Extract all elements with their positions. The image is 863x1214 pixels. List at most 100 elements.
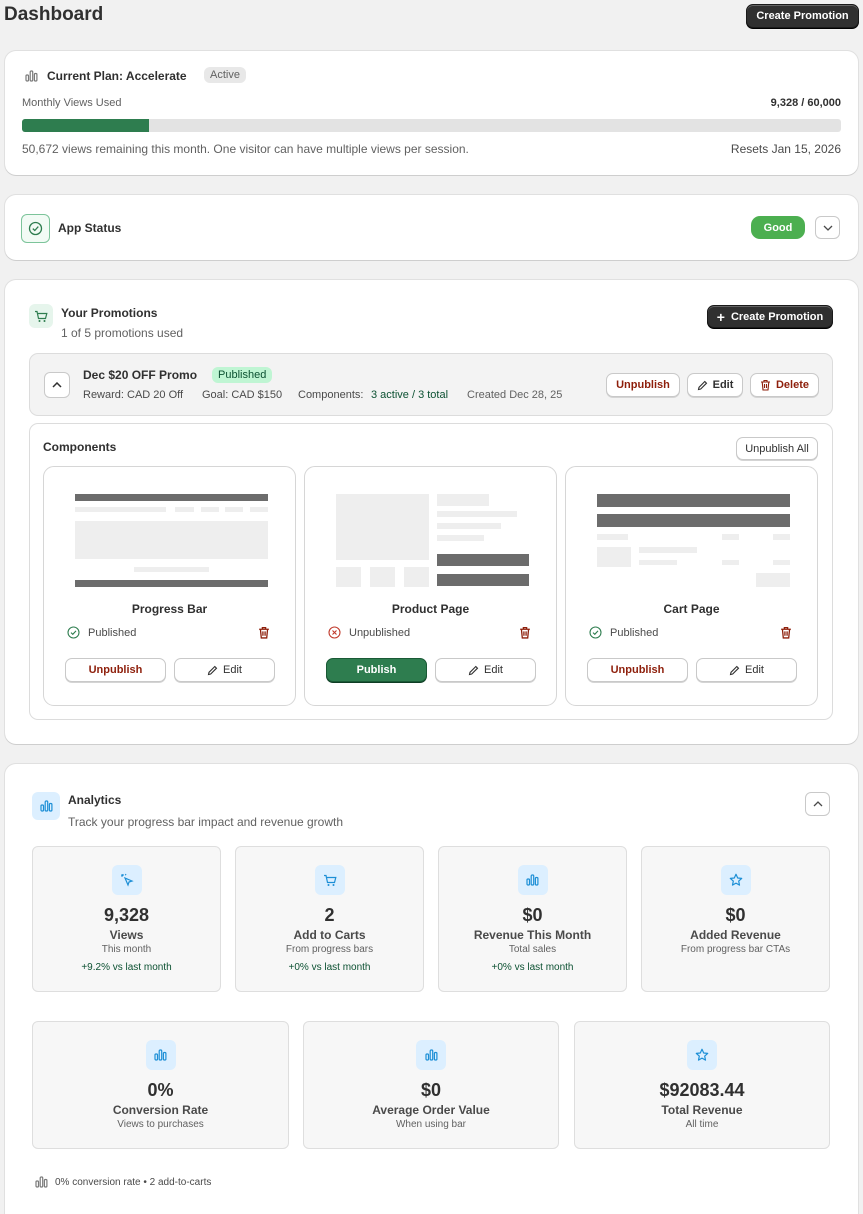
pencil-icon (729, 665, 740, 675)
status-expand-button[interactable] (815, 216, 840, 239)
component-publish-button[interactable]: Publish (326, 658, 427, 682)
components-panel: Components Unpublish All Progress Bar Pu… (29, 423, 833, 720)
promotion-published-badge: Published (212, 367, 273, 383)
stat-label: Add to Carts (293, 928, 366, 942)
stat-sub: From progress bars (285, 944, 374, 955)
analytics-footer: 0% conversion rate • 2 add-to-carts (35, 1176, 211, 1188)
app-status-card: App Status Good (5, 195, 858, 260)
analytics-footer-text: 0% conversion rate • 2 add-to-carts (55, 1176, 212, 1188)
component-status-label: Unpublished (349, 626, 411, 639)
create-promotion-button[interactable]: Create Promotion (746, 4, 859, 28)
views-value: 9,328 / 60,000 (770, 97, 841, 109)
promotion-collapse-button[interactable] (44, 372, 70, 398)
star-icon (695, 1048, 709, 1061)
status-icon-box (21, 214, 50, 243)
stat-label: Conversion Rate (112, 1103, 209, 1117)
chevron-up-icon (52, 382, 62, 388)
component-edit-button[interactable]: Edit (435, 658, 536, 682)
stat-value: $0 (522, 905, 543, 925)
component-edit-label: Edit (745, 664, 764, 676)
cart-icon (35, 310, 48, 322)
plus-icon: + (716, 308, 725, 325)
component-status: Unpublished (328, 626, 410, 639)
promotion-components-label: Components: (298, 389, 364, 401)
resets-text: Resets Jan 15, 2026 (730, 142, 841, 156)
stat-change: +0% vs last month (288, 962, 371, 973)
bar-chart-icon (25, 70, 38, 82)
check-circle-icon (28, 221, 43, 236)
stat-label: Added Revenue (690, 928, 781, 942)
stat-sub: All time (685, 1119, 719, 1130)
stat-icon-box (314, 865, 345, 895)
bar-chart-icon (35, 1176, 48, 1188)
product-page-preview (336, 494, 529, 587)
stat-sub: Total sales (508, 944, 557, 955)
promotion-reward: Reward: CAD 20 Off (83, 389, 184, 401)
trash-icon[interactable] (258, 626, 270, 639)
pencil-icon (207, 665, 218, 675)
promotion-created-date: Created Dec 28, 25 (467, 389, 563, 401)
promotions-subtitle: 1 of 5 promotions used (61, 326, 184, 340)
stat-icon-box (720, 865, 751, 895)
component-status-label: Published (610, 626, 659, 639)
stat-card-total-revenue: $92083.44 Total Revenue All time (574, 1021, 830, 1149)
views-remaining-text: 50,672 views remaining this month. One v… (22, 142, 469, 156)
cursor-click-icon (120, 873, 134, 887)
component-card-cart-page: Cart Page Published Unpublish Edit (565, 466, 818, 706)
views-progress-fill (22, 119, 149, 132)
component-card-product-page: Product Page Unpublished Publish Edit (304, 466, 557, 706)
trash-icon (760, 379, 770, 391)
plan-title: Current Plan: Accelerate (47, 69, 187, 83)
promotion-components-value: 3 active / 3 total (371, 389, 449, 401)
bar-chart-icon (39, 800, 52, 812)
stat-sub: When using bar (395, 1119, 467, 1130)
trash-icon[interactable] (780, 626, 792, 639)
analytics-title: Analytics (68, 793, 122, 807)
stat-value: $0 (725, 905, 746, 925)
promotions-title: Your Promotions (61, 306, 158, 320)
stat-card-revenue-this-month: $0 Revenue This Month Total sales +0% vs… (438, 846, 627, 992)
page-title: Dashboard (4, 4, 104, 25)
stat-value: 0% (147, 1080, 174, 1100)
cart-icon (323, 874, 337, 886)
component-edit-label: Edit (223, 664, 242, 676)
bar-chart-icon (154, 1049, 167, 1061)
component-status-label: Published (88, 626, 137, 639)
promotion-edit-button[interactable]: Edit (687, 373, 743, 397)
trash-icon[interactable] (519, 626, 531, 639)
component-unpublish-button[interactable]: Unpublish (587, 658, 688, 682)
promotion-delete-button[interactable]: Delete (750, 373, 819, 397)
pencil-icon (697, 380, 707, 390)
star-icon (729, 873, 742, 886)
stat-label: Revenue This Month (473, 928, 592, 942)
component-name: Product Page (391, 602, 470, 616)
stat-value: $0 (420, 1080, 442, 1100)
component-edit-button[interactable]: Edit (174, 658, 275, 682)
stat-card-added-revenue: $0 Added Revenue From progress bar CTAs (641, 846, 830, 992)
stat-icon-box (517, 865, 548, 895)
x-circle-icon (328, 626, 341, 639)
component-unpublish-button[interactable]: Unpublish (65, 658, 166, 682)
progress-bar-preview (75, 494, 268, 587)
stat-sub: This month (101, 944, 152, 955)
stat-value: $92083.44 (659, 1080, 745, 1100)
component-status: Published (67, 626, 136, 639)
promotion-unpublish-button[interactable]: Unpublish (606, 373, 680, 397)
stat-change: +9.2% vs last month (81, 962, 172, 973)
stat-sub: From progress bar CTAs (680, 944, 791, 955)
plan-card: Current Plan: Accelerate Active Monthly … (5, 51, 858, 175)
stat-icon-box (687, 1040, 717, 1070)
unpublish-all-button[interactable]: Unpublish All (736, 437, 818, 460)
create-promotion-button-secondary[interactable]: + Create Promotion (707, 305, 833, 328)
promotions-icon-box (29, 304, 53, 328)
bar-chart-icon (526, 874, 539, 886)
stat-card-add-to-carts: 2 Add to Carts From progress bars +0% vs… (235, 846, 424, 992)
cart-page-preview (597, 494, 790, 587)
pencil-icon (468, 665, 479, 675)
component-edit-button[interactable]: Edit (696, 658, 797, 682)
component-status: Published (589, 626, 658, 639)
analytics-collapse-button[interactable] (805, 792, 830, 816)
promotion-delete-label: Delete (775, 379, 810, 391)
analytics-icon-box (32, 792, 60, 820)
bar-chart-icon (424, 1049, 437, 1061)
